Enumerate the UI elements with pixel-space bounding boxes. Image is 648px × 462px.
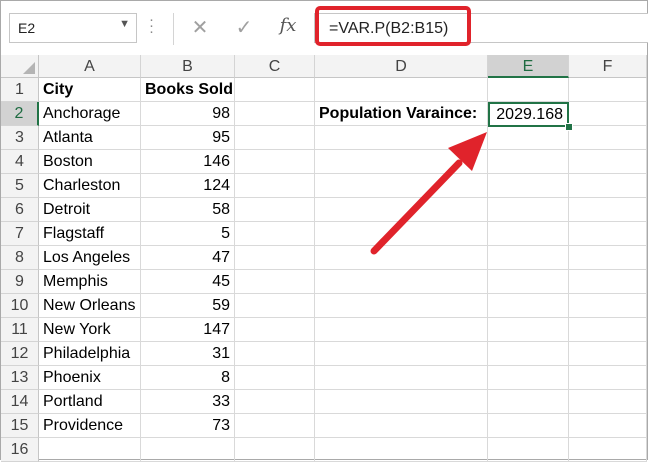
arrow-shaft xyxy=(370,159,463,255)
spreadsheet-window: E2 ▼ · · · ✕ ✓ fx =VAR.P(B2:B15) A B C D E… xyxy=(0,0,648,462)
annotation-arrow xyxy=(370,132,487,255)
